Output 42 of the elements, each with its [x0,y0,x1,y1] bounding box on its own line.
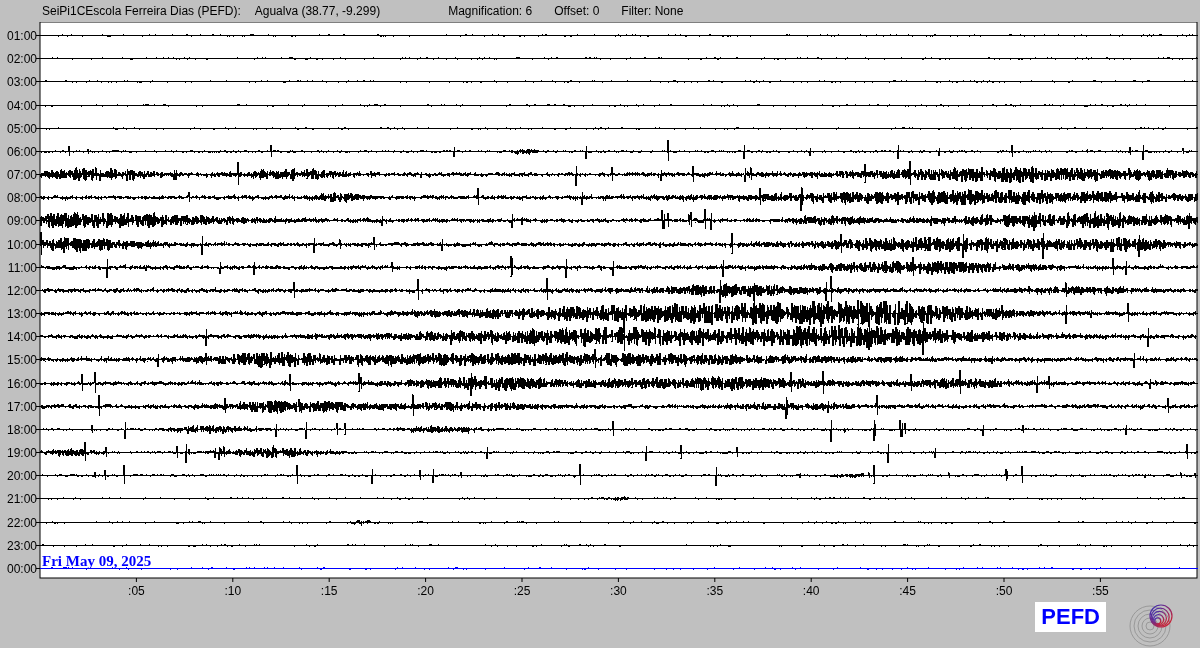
hour-label: 20:00 [6,468,37,483]
minute-label: :10 [224,584,242,598]
station-code-label: PEFD [1035,602,1106,632]
hour-label: 13:00 [6,306,37,321]
hour-label: 17:00 [6,399,37,414]
hour-label: 18:00 [6,422,37,437]
minute-label: :15 [320,584,338,598]
hour-label: 15:00 [6,352,37,367]
minute-label: :20 [417,584,434,598]
hour-label: 04:00 [6,98,37,113]
minute-label: :50 [995,584,1013,598]
minute-label: :45 [899,584,916,598]
minute-label: :35 [706,584,724,598]
hour-label: 22:00 [6,515,37,530]
minute-label: :40 [802,584,820,598]
hour-label: 01:00 [6,28,37,43]
filter-readout: Filter: None [621,3,684,20]
hour-label: 03:00 [6,74,37,89]
minute-label: :25 [513,584,531,598]
hour-label: 00:00 [6,561,37,576]
minute-label: :30 [610,584,627,598]
station-name: SeiPi1CEscola Ferreira Dias (PEFD): [42,3,241,20]
hour-label: 10:00 [6,237,37,252]
hour-label: 19:00 [6,445,37,460]
hour-label: 07:00 [6,167,37,182]
station-location: Agualva (38.77, -9.299) [254,3,381,20]
hour-label: 06:00 [6,144,37,159]
minute-label: :05 [128,584,145,598]
hour-label: 16:00 [6,376,37,391]
offset-readout: Offset: 0 [554,3,600,20]
magnification-readout: Magnification: 6 [448,3,533,20]
hour-label: 23:00 [6,538,37,553]
minute-label: :55 [1092,584,1109,598]
hour-label: 08:00 [6,190,37,205]
hour-label: 11:00 [7,260,37,275]
date-label: Fri May 09, 2025 [42,553,152,569]
hour-label: 09:00 [6,213,37,228]
hour-label: 05:00 [6,121,37,136]
hour-label: 21:00 [6,491,37,506]
hour-label: 12:00 [6,283,37,298]
hour-label: 02:00 [6,51,37,66]
hour-label: 14:00 [6,329,37,344]
